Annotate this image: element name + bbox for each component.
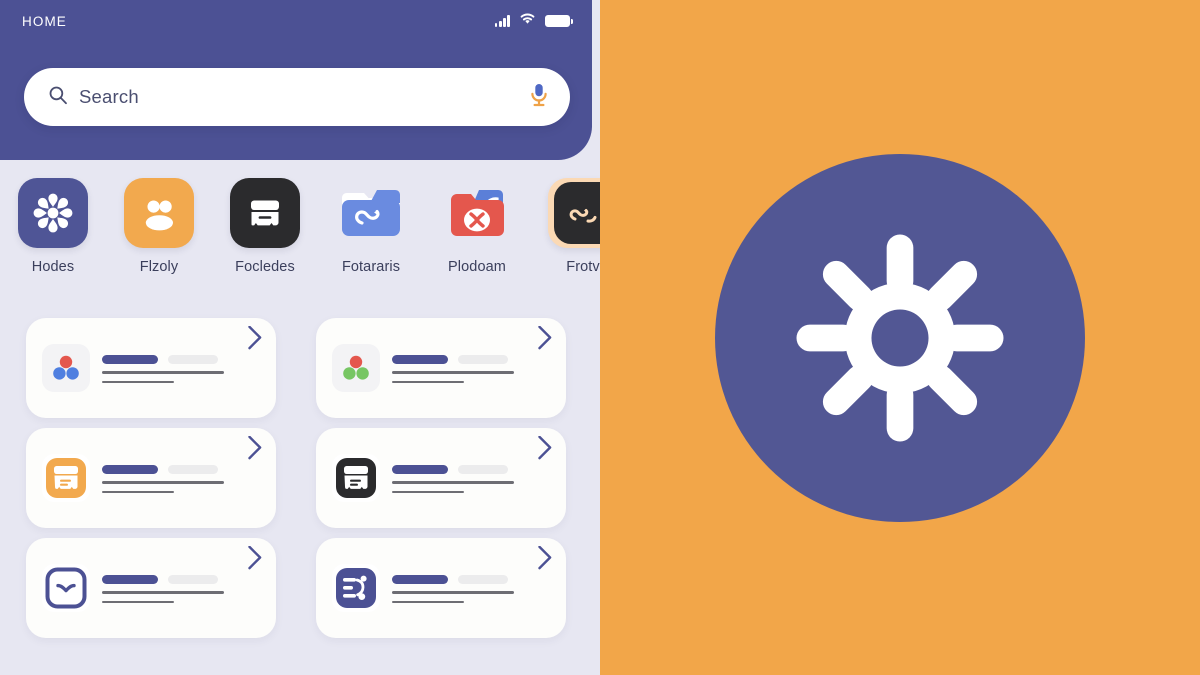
text-line-1 xyxy=(102,480,224,484)
list-item-heading-row xyxy=(102,354,226,364)
title-placeholder-bar xyxy=(392,464,448,474)
app-shortcut-frotv[interactable]: Frotv xyxy=(530,178,600,275)
app-shortcut-fotararis[interactable]: Fotararis xyxy=(318,178,424,275)
swirl-icon xyxy=(548,178,600,248)
app-label: Flzoly xyxy=(139,259,179,275)
list-item-heading-row xyxy=(392,464,516,474)
title-placeholder-bar xyxy=(392,354,448,364)
dark-archive-icon xyxy=(332,454,380,502)
title-placeholder-bar xyxy=(102,464,158,474)
people-group-icon xyxy=(124,178,194,248)
search-input[interactable]: Search xyxy=(24,68,570,126)
phone-mockup-pane: HOME Search Hodes Flzoly Focledes Fotara… xyxy=(0,0,600,675)
subtitle-placeholder-bar xyxy=(168,574,218,584)
wifi-icon xyxy=(519,12,536,30)
chevron-down-box-icon xyxy=(42,564,90,612)
subtitle-placeholder-bar xyxy=(458,464,508,474)
subtitle-placeholder-bar xyxy=(458,574,508,584)
three-circles-red-green-icon xyxy=(332,344,380,392)
list-item[interactable] xyxy=(26,538,276,638)
list-item[interactable] xyxy=(316,318,566,418)
text-line-1 xyxy=(102,370,224,374)
arrow-up-right-icon[interactable] xyxy=(528,545,552,575)
app-shortcut-plodoam[interactable]: Plodoam xyxy=(424,178,530,275)
list-item[interactable] xyxy=(26,318,276,418)
list-item-heading-row xyxy=(102,574,226,584)
screenshot-stage: HOME Search Hodes Flzoly Focledes Fotara… xyxy=(0,0,1200,675)
list-item-body xyxy=(392,573,516,604)
app-label: Fotararis xyxy=(341,259,401,275)
text-line-2 xyxy=(392,490,464,494)
settings-hero-pane xyxy=(600,0,1200,675)
text-line-1 xyxy=(102,590,224,594)
list-item-body xyxy=(392,463,516,494)
phone-header: HOME Search xyxy=(0,0,592,160)
text-line-2 xyxy=(392,600,464,604)
list-item-heading-row xyxy=(392,354,516,364)
list-item-body xyxy=(102,463,226,494)
app-label: Frotv xyxy=(566,259,600,275)
list-item-heading-row xyxy=(102,464,226,474)
text-line-2 xyxy=(102,600,174,604)
title-placeholder-bar xyxy=(102,574,158,584)
app-shortcut-row: Hodes Flzoly Focledes Fotararis Plodoam … xyxy=(0,178,600,275)
search-placeholder-text: Search xyxy=(79,86,139,107)
gear-settings-icon xyxy=(796,234,1004,441)
list-item[interactable] xyxy=(316,538,566,638)
gear-disc-background xyxy=(715,153,1085,522)
title-placeholder-bar xyxy=(102,354,158,364)
arrow-up-right-icon[interactable] xyxy=(238,325,262,355)
status-bar: HOME xyxy=(22,11,574,31)
search-input-inner: Search xyxy=(48,85,528,110)
arrow-up-right-icon[interactable] xyxy=(238,545,262,575)
folder-x-badge-icon xyxy=(442,178,512,248)
text-line-2 xyxy=(102,380,174,384)
app-label: Focledes xyxy=(235,259,295,275)
orange-archive-icon xyxy=(42,454,90,502)
text-line-1 xyxy=(392,480,514,484)
app-label: Hodes xyxy=(31,259,75,275)
content-card-grid xyxy=(26,318,586,638)
title-placeholder-bar xyxy=(392,574,448,584)
app-shortcut-hodes[interactable]: Hodes xyxy=(0,178,106,275)
status-icon-group xyxy=(494,12,574,30)
text-line-1 xyxy=(392,370,514,374)
text-line-1 xyxy=(392,590,514,594)
list-item-body xyxy=(102,353,226,384)
text-line-2 xyxy=(102,490,174,494)
page-title: HOME xyxy=(22,13,67,29)
list-item-body xyxy=(392,353,516,384)
list-item-heading-row xyxy=(392,574,516,584)
signal-icon xyxy=(494,15,510,27)
arrow-up-right-icon[interactable] xyxy=(528,325,552,355)
list-item-body xyxy=(102,573,226,604)
search-icon xyxy=(48,85,68,110)
microphone-icon[interactable] xyxy=(528,82,550,113)
battery-icon xyxy=(545,15,574,27)
app-label: Plodoam xyxy=(448,259,506,275)
arrow-up-right-icon[interactable] xyxy=(238,435,262,465)
folder-swirl-icon xyxy=(336,178,406,248)
subtitle-placeholder-bar xyxy=(458,354,508,364)
three-circles-red-blue-icon xyxy=(42,344,90,392)
list-item[interactable] xyxy=(316,428,566,528)
flower-asterisk-icon xyxy=(18,178,88,248)
arrow-up-right-icon[interactable] xyxy=(528,435,552,465)
archive-box-icon xyxy=(230,178,300,248)
text-line-2 xyxy=(392,380,464,384)
subtitle-placeholder-bar xyxy=(168,354,218,364)
list-branch-icon xyxy=(332,564,380,612)
subtitle-placeholder-bar xyxy=(168,464,218,474)
list-item[interactable] xyxy=(26,428,276,528)
app-shortcut-focledes[interactable]: Focledes xyxy=(212,178,318,275)
app-shortcut-flzoly[interactable]: Flzoly xyxy=(106,178,212,275)
